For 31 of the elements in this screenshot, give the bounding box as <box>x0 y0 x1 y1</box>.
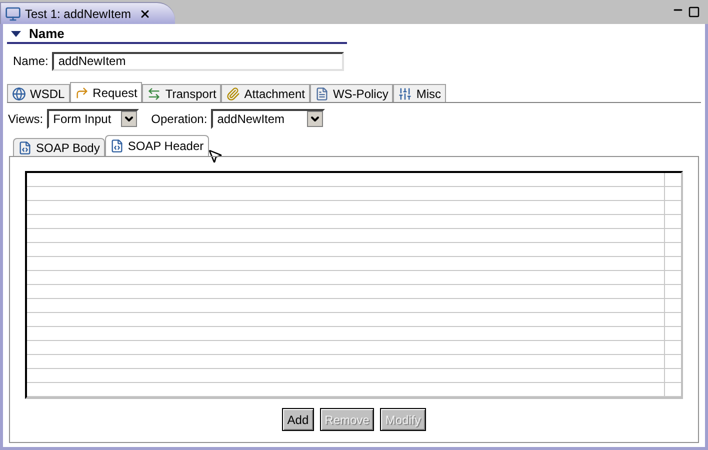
tab[interactable]: Misc <box>393 84 446 102</box>
document-icon <box>314 86 329 100</box>
soap-document-icon <box>110 139 124 153</box>
mouse-pointer-icon <box>206 148 223 164</box>
close-icon[interactable] <box>139 8 152 20</box>
dropdown[interactable]: addNewItem <box>211 109 326 129</box>
tab[interactable]: SOAP Body <box>13 138 105 156</box>
tab[interactable]: Request <box>70 82 142 102</box>
section-title: Name <box>29 25 64 44</box>
arrows-icon <box>147 86 162 100</box>
field-label: Name: <box>13 53 48 70</box>
sliders-icon <box>398 86 412 100</box>
monitor-icon <box>5 6 21 22</box>
section-header[interactable]: Name <box>7 26 347 44</box>
button[interactable]: Add <box>282 408 314 431</box>
tab[interactable]: WSDL <box>7 84 70 102</box>
soap-document-icon <box>18 140 32 154</box>
dropdown[interactable]: Form Input <box>47 109 140 129</box>
tab[interactable]: WS-Policy <box>310 84 394 102</box>
maximize-icon[interactable] <box>688 6 700 18</box>
field-label: Views: <box>8 111 44 128</box>
editor-tab[interactable]: Test 1: addNewItem <box>0 2 176 24</box>
tab[interactable]: Attachment <box>221 84 310 102</box>
tab[interactable]: Transport <box>142 84 222 102</box>
globe-icon <box>12 86 26 100</box>
paperclip-icon <box>226 86 240 100</box>
tab[interactable]: SOAP Header <box>104 135 209 156</box>
arrow-icon <box>74 86 89 100</box>
name-field[interactable]: addNewItem <box>52 52 344 70</box>
tab-title: Test 1: addNewItem <box>25 6 132 22</box>
field-label: Operation: <box>151 111 208 128</box>
